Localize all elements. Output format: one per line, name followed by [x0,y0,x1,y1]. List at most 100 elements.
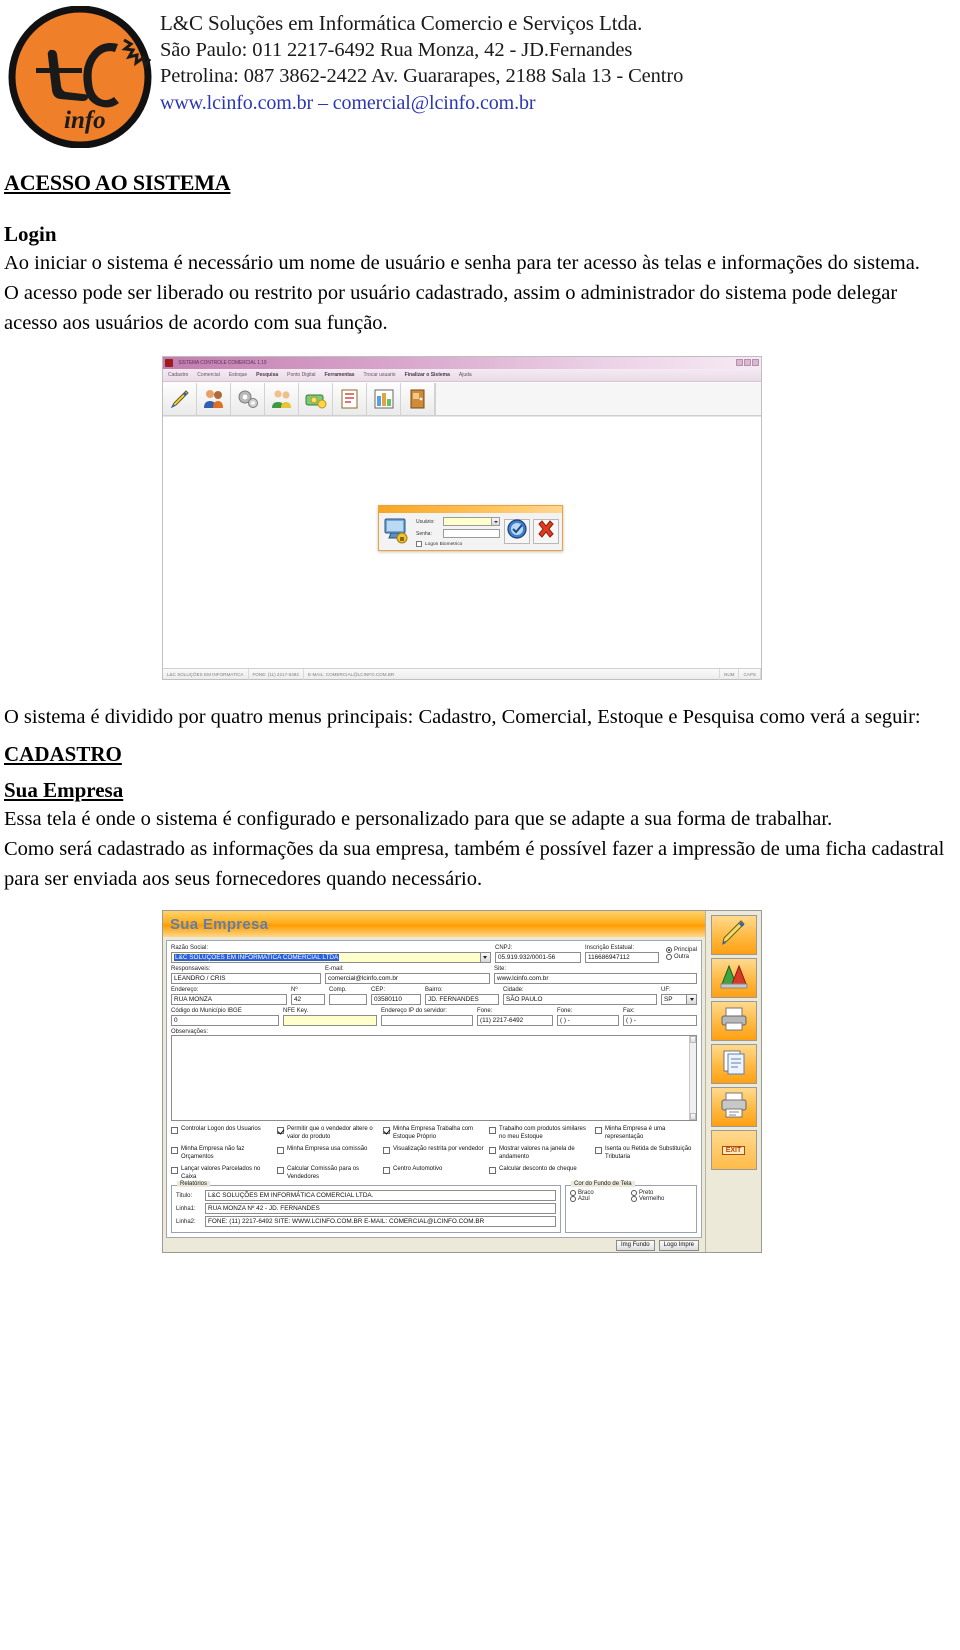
checkbox-item[interactable]: Lançar valores Parcelados no Caixa [171,1165,273,1181]
toolbar-button-users[interactable] [197,382,231,415]
side-button-edit[interactable] [710,915,757,955]
inscricao-estadual-input[interactable]: 116686947112 [584,952,659,963]
relatorio-linha2-input[interactable]: FONE: (11) 2217-6492 SITE: WWW.LCINFO.CO… [205,1216,556,1227]
checkbox-item[interactable]: Permitir que o vendedor altere o valor d… [277,1125,379,1141]
menu-item-cadastro[interactable]: Cadastro [168,372,188,378]
checkbox-box[interactable] [171,1167,178,1174]
toolbar-button-settings[interactable] [231,382,265,415]
checkbox-box[interactable] [489,1127,496,1134]
checkbox-item[interactable]: Calcular desconto de cheque [489,1165,591,1181]
checkbox-item[interactable]: Centro Automotivo [383,1165,485,1181]
radio-outra-dot[interactable] [665,954,672,960]
chevron-down-icon[interactable] [479,953,490,962]
nfe-key-input[interactable] [283,1015,377,1026]
radio-principal-dot[interactable] [665,947,672,953]
menu-item-ferramentas[interactable]: Ferramentas [325,372,355,378]
complemento-input[interactable] [329,994,367,1005]
password-input[interactable] [443,529,500,538]
menu-item-finalizar-sistema[interactable]: Finalizar o Sistema [405,372,450,378]
checkbox-item[interactable]: Controlar Logon dos Usuarios [171,1125,273,1141]
cidade-input[interactable]: SÃO PAULO [503,994,657,1005]
menu-item-estoque[interactable]: Estoque [229,372,247,378]
radio-dot[interactable] [631,1196,637,1202]
toolbar-button-exit[interactable] [401,382,435,415]
scroll-up-arrow-icon[interactable] [690,1036,696,1043]
checkbox-box[interactable] [489,1167,496,1174]
window-controls[interactable] [736,359,759,366]
ip-servidor-input[interactable] [381,1015,473,1026]
menu-item-pesquisa[interactable]: Pesquisa [256,372,278,378]
menu-item-comercial[interactable]: Comercial [197,372,220,378]
checkbox-box[interactable] [383,1147,390,1154]
radio-principal[interactable]: Principal [665,947,697,953]
endereco-input[interactable]: RUA MONZA [171,994,287,1005]
biometric-checkbox[interactable] [416,541,422,547]
checkbox-box[interactable] [595,1127,602,1134]
checkbox-item[interactable]: Visualização restrita por vendedor [383,1145,485,1161]
uf-input[interactable]: SP [661,994,697,1005]
checkbox-item[interactable]: Mostrar valores na janela de andamento [489,1145,591,1161]
fax-input[interactable]: ( ) - [623,1015,697,1026]
observacoes-scrollbar[interactable] [689,1036,696,1120]
img-fundo-button[interactable]: Img Fundo [615,1239,655,1251]
razao-social-input[interactable]: L&C SOLUÇOES EM INFORMATICA COMERCIAL LT… [171,952,491,963]
municipio-ibge-input[interactable]: 0 [171,1015,279,1026]
checkbox-box[interactable] [489,1147,496,1154]
login-cancel-button[interactable] [533,519,559,544]
relatorio-linha1-input[interactable]: RUA MONZA Nº 42 - JD. FERNANDES [205,1203,556,1214]
side-button-exit[interactable]: EXIT [710,1130,757,1170]
cep-input[interactable]: 03580110 [371,994,421,1005]
responsaveis-input[interactable]: LEANDRO / CRIS [171,973,321,984]
chevron-down-icon[interactable] [686,995,696,1004]
bairro-input[interactable]: JD. FERNANDES [425,994,499,1005]
checkbox-item[interactable]: Minha Empresa não faz Orçamentos [171,1145,273,1161]
email-input[interactable]: comercial@lcinfo.com.br [325,973,490,984]
user-input[interactable] [443,517,500,526]
side-button-print-preview[interactable] [710,1087,757,1127]
side-button-documents[interactable] [710,1044,757,1084]
scroll-down-arrow-icon[interactable] [690,1113,696,1120]
chevron-down-icon[interactable] [491,518,499,525]
checkbox-box[interactable] [171,1127,178,1134]
checkbox-item[interactable]: Trabalho com produtos similares no meu E… [489,1125,591,1141]
checkbox-box[interactable] [277,1147,284,1154]
fone-input[interactable]: (11) 2217-6492 [477,1015,553,1026]
toolbar-button-note[interactable] [333,382,367,415]
radio-dot[interactable] [570,1196,576,1202]
checkbox-box[interactable] [383,1167,390,1174]
cor-option-vermelho[interactable]: Vermelho [631,1196,692,1202]
checkbox-item[interactable]: Calcular Comissão para os Vendedores [277,1165,379,1181]
side-button-colors[interactable] [710,958,757,998]
side-button-printer[interactable] [710,1001,757,1041]
close-button[interactable] [752,359,759,366]
checkbox-box[interactable] [171,1147,178,1154]
company-web-email[interactable]: www.lcinfo.com.br – comercial@lcinfo.com… [160,90,960,117]
site-input[interactable]: www.lcinfo.com.br [494,973,697,984]
minimize-button[interactable] [736,359,743,366]
maximize-button[interactable] [744,359,751,366]
logo-impressao-button[interactable]: Logo Impre [658,1239,699,1251]
toolbar-button-people[interactable] [265,382,299,415]
observacoes-textarea[interactable] [171,1035,697,1121]
toolbar-button-pen[interactable] [163,382,197,415]
toolbar-button-report[interactable] [367,382,401,415]
menu-item-ajuda[interactable]: Ajuda [459,372,472,378]
checkbox-box[interactable] [595,1147,602,1154]
checkbox-item[interactable]: Minha Empresa usa comissão [277,1145,379,1161]
checkbox-box[interactable] [277,1167,284,1174]
numero-input[interactable]: 42 [291,994,325,1005]
menu-item-ponto-digital[interactable]: Ponto Digital [287,372,315,378]
menu-item-trocar-usuario[interactable]: Trocar usuario [364,372,396,378]
checkbox-box[interactable] [277,1127,284,1134]
biometric-checkbox-row[interactable]: Logon Biometrico [416,541,500,547]
cnpj-input[interactable]: 05.919.932/0001-56 [494,952,581,963]
checkbox-item[interactable]: Minha Empresa é uma representação [595,1125,697,1141]
cor-option-azul[interactable]: Azul [570,1196,631,1202]
toolbar-button-money[interactable] [299,382,333,415]
relatorio-titulo-input[interactable]: L&C SOLUÇÕES EM INFORMÁTICA COMERCIAL LT… [205,1190,556,1201]
checkbox-item[interactable]: Minha Empresa Trabalha com Estoque Própr… [383,1125,485,1141]
radio-outra[interactable]: Outra [665,954,697,960]
checkbox-item[interactable]: Isenta ou Retida de Substituição Tributa… [595,1145,697,1161]
fone2-input[interactable]: ( ) - [557,1015,619,1026]
login-ok-button[interactable] [504,519,530,544]
